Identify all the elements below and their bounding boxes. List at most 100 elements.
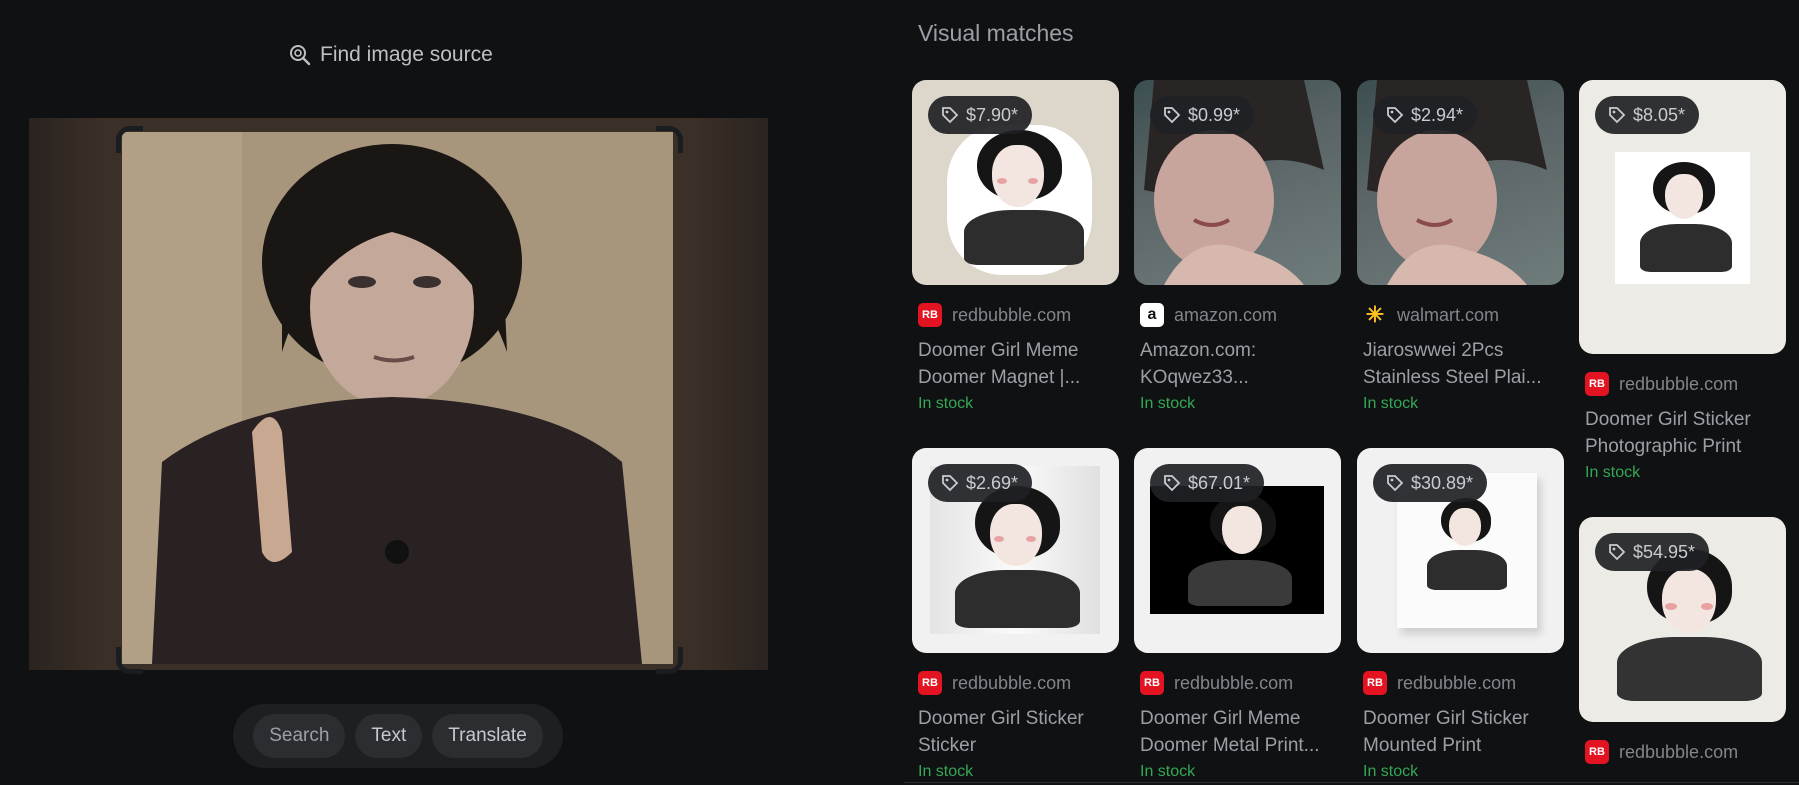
redbubble-icon: RB xyxy=(1585,372,1609,396)
match-title-line: Sticker xyxy=(918,735,977,756)
source-row[interactable]: RB redbubble.com xyxy=(1585,372,1786,396)
find-image-source-label: Find image source xyxy=(320,43,493,66)
match-title-line: Doomer Magnet |... xyxy=(918,367,1081,388)
visual-match-card[interactable]: $2.94* ✳ walmart.com Jiaroswwei 2Pcs Sta… xyxy=(1357,80,1564,413)
match-title-line: Amazon.com: xyxy=(1140,340,1257,361)
match-thumbnail[interactable]: $2.69* xyxy=(912,448,1119,653)
stock-status: In stock xyxy=(1140,395,1196,412)
match-thumbnail[interactable]: $67.01* xyxy=(1134,448,1341,653)
stock-status: In stock xyxy=(1585,464,1641,481)
match-title-line: Photographic Print xyxy=(1585,436,1742,457)
match-title-line: Mounted Print xyxy=(1363,735,1482,756)
match-title[interactable]: Doomer Girl Sticker Photographic Print xyxy=(1585,406,1786,460)
match-title-line: Doomer Girl Meme xyxy=(918,340,1079,361)
price-tag: $2.69* xyxy=(928,464,1033,502)
walmart-icon: ✳ xyxy=(1365,302,1385,327)
visual-match-card[interactable]: $7.90* RB redbubble.com Doomer Girl Meme… xyxy=(912,80,1119,413)
match-title[interactable]: Doomer Girl Meme Doomer Metal Print... xyxy=(1140,705,1341,759)
image-preview-pane: Find image source Search Text Translate xyxy=(0,0,890,785)
price-tag: $7.90* xyxy=(928,96,1033,134)
price-label: $2.69* xyxy=(966,472,1019,493)
match-thumbnail[interactable]: $30.89* xyxy=(1357,448,1564,653)
price-tag-icon xyxy=(1164,107,1181,124)
visual-match-card[interactable]: $54.95* RB redbubble.com xyxy=(1579,517,1786,764)
visual-match-card[interactable]: $8.05* RB redbubble.com Doomer Girl Stic… xyxy=(1579,80,1786,482)
source-row[interactable]: RB redbubble.com xyxy=(1363,671,1564,695)
match-thumbnail[interactable]: $7.90* xyxy=(912,80,1119,285)
match-title-line: Doomer Metal Print... xyxy=(1140,735,1320,756)
price-tag: $67.01* xyxy=(1150,464,1265,502)
lens-mode-toggle: Search Text Translate xyxy=(233,704,563,768)
find-image-source-button[interactable]: Find image source xyxy=(288,40,493,70)
match-title[interactable]: Amazon.com: KOqwez33... xyxy=(1140,337,1341,391)
price-label: $67.01* xyxy=(1188,472,1251,493)
price-tag-icon xyxy=(1164,475,1181,492)
match-title-line: Doomer Girl Sticker xyxy=(918,708,1084,729)
search-mode-button[interactable]: Search xyxy=(253,714,346,758)
crop-handle-top-left[interactable] xyxy=(116,126,143,153)
source-name: amazon.com xyxy=(1174,304,1278,325)
price-label: $7.90* xyxy=(966,104,1019,125)
redbubble-icon: RB xyxy=(918,671,942,695)
price-label: $0.99* xyxy=(1188,104,1241,125)
divider xyxy=(904,782,1799,783)
price-label: $30.89* xyxy=(1411,472,1474,493)
source-row[interactable]: RB redbubble.com xyxy=(1140,671,1341,695)
source-name: redbubble.com xyxy=(1397,672,1517,693)
match-thumbnail[interactable]: $54.95* xyxy=(1579,517,1786,722)
source-row[interactable]: ✳ walmart.com xyxy=(1363,302,1564,327)
price-tag: $54.95* xyxy=(1595,533,1710,571)
match-title-line: Doomer Girl Sticker xyxy=(1363,708,1529,729)
visual-matches-pane: Visual matches $7.90* RB redbubble.com D… xyxy=(890,0,1799,785)
stock-status: In stock xyxy=(918,763,974,780)
price-tag: $30.89* xyxy=(1373,464,1488,502)
crop-handle-top-right[interactable] xyxy=(656,126,683,153)
match-title[interactable]: Doomer Girl Meme Doomer Magnet |... xyxy=(918,337,1119,391)
source-name: redbubble.com xyxy=(952,672,1072,693)
source-photo xyxy=(122,132,673,664)
crop-handle-bottom-left[interactable] xyxy=(116,647,143,674)
match-title[interactable]: Doomer Girl Sticker Mounted Print xyxy=(1363,705,1564,759)
price-tag-icon xyxy=(1387,475,1404,492)
source-row[interactable]: RB redbubble.com xyxy=(918,303,1119,327)
source-name: redbubble.com xyxy=(1619,373,1739,394)
redbubble-icon: RB xyxy=(918,303,942,327)
price-tag: $8.05* xyxy=(1595,96,1700,134)
price-tag-icon xyxy=(1609,107,1626,124)
redbubble-icon: RB xyxy=(1140,671,1164,695)
source-row[interactable]: a amazon.com xyxy=(1140,303,1341,327)
visual-match-card[interactable]: $67.01* RB redbubble.com Doomer Girl Mem… xyxy=(1134,448,1341,781)
redbubble-icon: RB xyxy=(1585,740,1609,764)
match-thumbnail[interactable]: $0.99* xyxy=(1134,80,1341,285)
visual-match-card[interactable]: $2.69* RB redbubble.com Doomer Girl Stic… xyxy=(912,448,1119,781)
source-name: redbubble.com xyxy=(1174,672,1294,693)
source-row[interactable]: RB redbubble.com xyxy=(1585,740,1786,764)
price-tag: $0.99* xyxy=(1150,96,1255,134)
stock-status: In stock xyxy=(1363,395,1419,412)
match-title-line: Jiaroswwei 2Pcs xyxy=(1363,340,1504,361)
price-label: $8.05* xyxy=(1633,104,1686,125)
text-mode-button[interactable]: Text xyxy=(355,714,423,758)
price-label: $54.95* xyxy=(1633,541,1696,562)
match-thumbnail[interactable]: $2.94* xyxy=(1357,80,1564,285)
match-title-line: Stainless Steel Plai... xyxy=(1363,367,1542,388)
print-illustration xyxy=(1615,152,1750,284)
translate-mode-button[interactable]: Translate xyxy=(432,714,543,758)
visual-match-card[interactable]: $30.89* RB redbubble.com Doomer Girl Sti… xyxy=(1357,448,1564,781)
source-row[interactable]: RB redbubble.com xyxy=(918,671,1119,695)
source-name: redbubble.com xyxy=(952,304,1072,325)
match-title[interactable]: Jiaroswwei 2Pcs Stainless Steel Plai... xyxy=(1363,337,1564,391)
match-title-line: Doomer Girl Meme xyxy=(1140,708,1301,729)
stock-status: In stock xyxy=(1140,763,1196,780)
sticker-illustration xyxy=(942,110,1092,280)
price-label: $2.94* xyxy=(1411,104,1464,125)
price-tag-icon xyxy=(942,107,959,124)
person-photo-illustration xyxy=(122,132,673,664)
redbubble-icon: RB xyxy=(1363,671,1387,695)
match-title[interactable]: Doomer Girl Sticker Sticker xyxy=(918,705,1119,759)
match-thumbnail[interactable]: $8.05* xyxy=(1579,80,1786,354)
stock-status: In stock xyxy=(918,395,974,412)
visual-match-card[interactable]: $0.99* a amazon.com Amazon.com: KOqwez33… xyxy=(1134,80,1341,413)
metal-print-illustration xyxy=(1150,486,1324,614)
visual-matches-heading: Visual matches xyxy=(918,20,1074,46)
